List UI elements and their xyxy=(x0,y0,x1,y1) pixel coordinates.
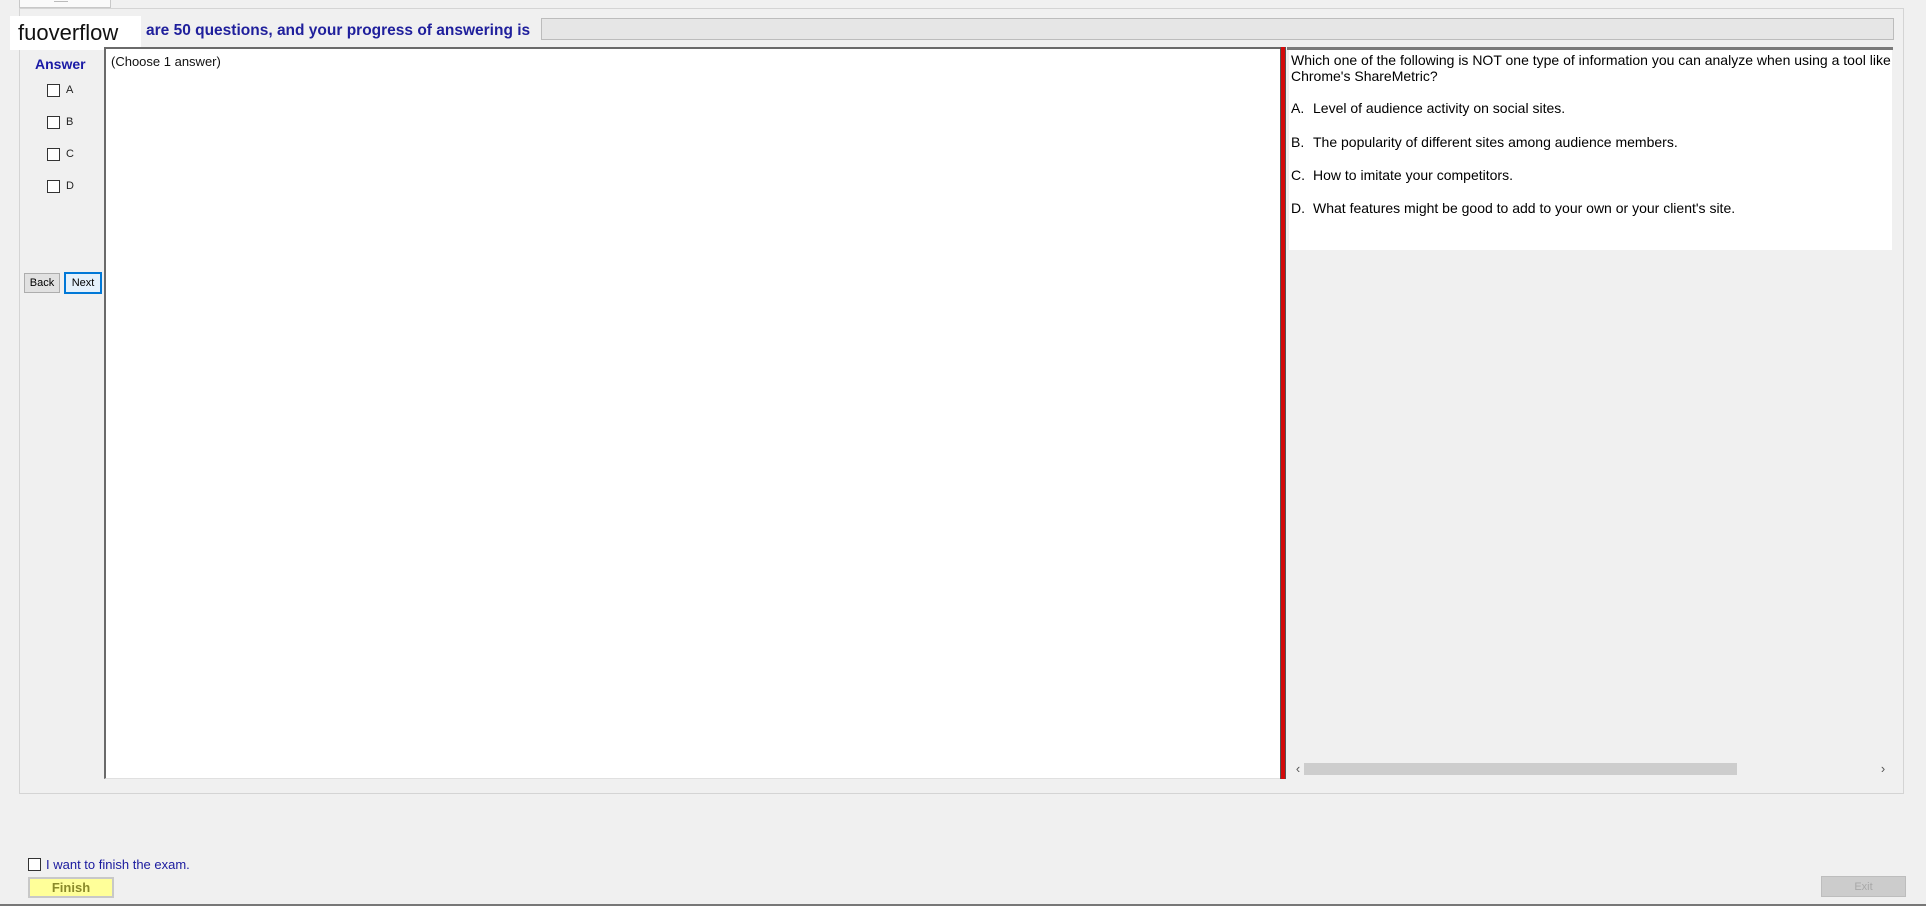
question-choice-d: D. What features might be good to add to … xyxy=(1291,200,1735,216)
choice-text: The popularity of different sites among … xyxy=(1313,134,1678,150)
choice-key: D. xyxy=(1291,200,1305,216)
answer-heading: Answer xyxy=(35,56,86,72)
checkbox[interactable] xyxy=(47,83,60,97)
back-button[interactable]: Back xyxy=(24,273,60,293)
answer-option-label: A xyxy=(66,84,74,96)
checkbox[interactable] xyxy=(47,147,60,161)
answer-option-label: D xyxy=(66,180,74,192)
next-button[interactable]: Next xyxy=(64,272,102,294)
scroll-left-arrow-icon[interactable]: ‹ xyxy=(1291,760,1305,777)
top-tab[interactable] xyxy=(19,0,111,8)
answer-option-d[interactable]: D xyxy=(47,178,74,194)
choose-hint-text: (Choose 1 answer) xyxy=(111,54,221,69)
question-choice-c: C. How to imitate your competitors. xyxy=(1291,167,1513,183)
choice-key: C. xyxy=(1291,167,1305,183)
question-text: Which one of the following is NOT one ty… xyxy=(1291,52,1891,84)
choice-text: How to imitate your competitors. xyxy=(1313,167,1513,183)
finish-button[interactable]: Finish xyxy=(28,877,114,898)
choice-text: Level of audience activity on social sit… xyxy=(1313,100,1566,116)
exit-button[interactable]: Exit xyxy=(1821,876,1906,897)
scroll-right-arrow-icon[interactable]: › xyxy=(1876,760,1890,777)
checkbox[interactable] xyxy=(47,115,60,129)
checkbox[interactable] xyxy=(47,179,60,193)
answer-option-label: B xyxy=(66,116,74,128)
panel-splitter[interactable] xyxy=(1280,47,1286,779)
choice-key: A. xyxy=(1291,100,1305,116)
progress-bar xyxy=(541,18,1894,40)
choice-key: B. xyxy=(1291,134,1305,150)
question-choice-a: A. Level of audience activity on social s… xyxy=(1291,100,1565,116)
finish-exam-checkbox[interactable]: I want to finish the exam. xyxy=(28,857,190,872)
watermark-label: fuoverflow xyxy=(10,16,141,50)
answer-option-c[interactable]: C xyxy=(47,146,74,162)
progress-label: are 50 questions, and your progress of a… xyxy=(146,22,531,39)
question-choice-b: B. The popularity of different sites amon… xyxy=(1291,134,1678,150)
choice-text: What features might be good to add to yo… xyxy=(1313,200,1736,216)
answer-option-label: C xyxy=(66,148,74,160)
finish-exam-label: I want to finish the exam. xyxy=(46,857,190,872)
answer-option-a[interactable]: A xyxy=(47,82,73,98)
checkbox[interactable] xyxy=(28,858,41,871)
answer-text-area[interactable] xyxy=(104,47,1281,779)
scrollbar-thumb[interactable] xyxy=(1304,763,1737,775)
answer-option-b[interactable]: B xyxy=(47,114,73,130)
